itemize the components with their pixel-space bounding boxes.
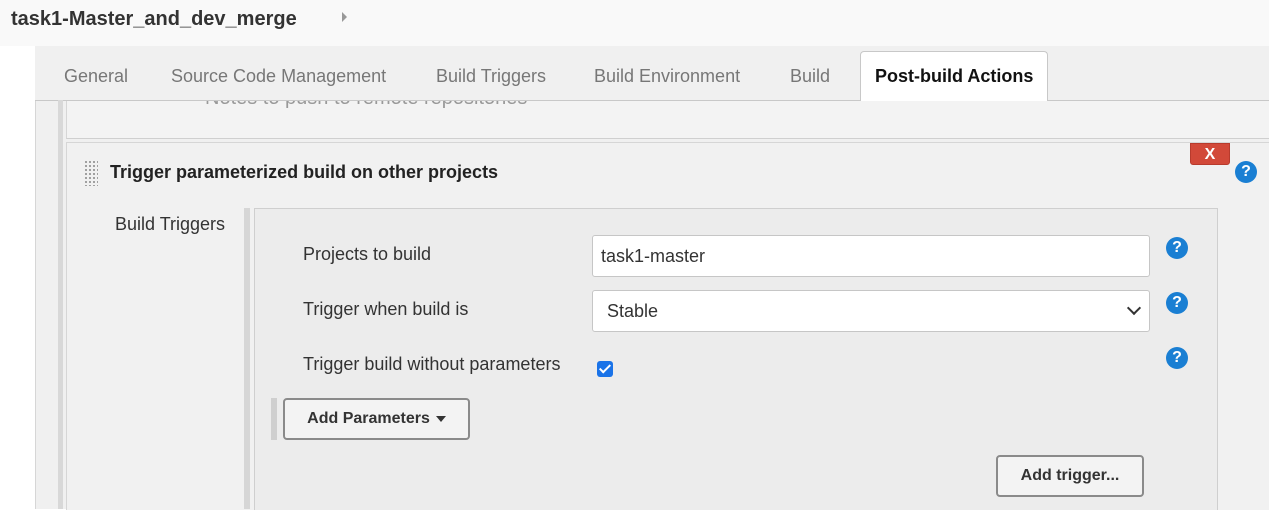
drag-handle-icon[interactable] bbox=[84, 160, 98, 186]
help-icon[interactable]: ? bbox=[1235, 161, 1257, 183]
delete-section-button[interactable]: X bbox=[1190, 143, 1230, 165]
add-parameters-button[interactable]: Add Parameters bbox=[283, 398, 470, 440]
tab-post-build-actions[interactable]: Post-build Actions bbox=[860, 51, 1049, 102]
tab-build-triggers[interactable]: Build Triggers bbox=[436, 66, 546, 87]
tab-build-environment[interactable]: Build Environment bbox=[594, 66, 740, 87]
previous-section-text: Notes to push to remote repositories bbox=[205, 101, 527, 110]
help-icon[interactable]: ? bbox=[1166, 292, 1188, 314]
tab-source-code-management[interactable]: Source Code Management bbox=[171, 66, 386, 87]
tab-build[interactable]: Build bbox=[790, 66, 830, 87]
without-parameters-checkbox[interactable] bbox=[597, 361, 613, 377]
breadcrumb-bar: task1-Master_and_dev_merge bbox=[0, 0, 1269, 46]
inner-drag-stripe bbox=[244, 208, 250, 509]
trigger-when-label: Trigger when build is bbox=[303, 299, 469, 319]
breadcrumb-job-name[interactable]: task1-Master_and_dev_merge bbox=[11, 8, 297, 31]
projects-to-build-input[interactable]: task1-master bbox=[592, 235, 1150, 277]
tab-bar: General Source Code Management Build Tri… bbox=[35, 46, 1269, 102]
chevron-down-icon bbox=[1126, 300, 1142, 316]
build-triggers-label: Build Triggers bbox=[115, 214, 226, 234]
add-parameters-label: Add Parameters bbox=[307, 410, 430, 427]
tab-general[interactable]: General bbox=[64, 66, 128, 87]
add-trigger-button[interactable]: Add trigger... bbox=[996, 455, 1144, 497]
params-drag-stripe bbox=[271, 398, 277, 440]
breadcrumb-arrow-icon[interactable] bbox=[342, 12, 347, 22]
caret-down-icon bbox=[435, 415, 446, 422]
trigger-when-select[interactable]: Stable bbox=[592, 290, 1150, 332]
without-parameters-label: Trigger build without parameters bbox=[303, 354, 561, 374]
projects-to-build-label: Projects to build bbox=[303, 244, 432, 264]
trigger-when-selected-value: Stable bbox=[607, 301, 659, 321]
previous-section: Notes to push to remote repositories bbox=[66, 101, 1269, 139]
section-title: Trigger parameterized build on other pro… bbox=[110, 162, 499, 182]
help-icon[interactable]: ? bbox=[1166, 347, 1188, 369]
help-icon[interactable]: ? bbox=[1166, 237, 1188, 259]
section-drag-stripe bbox=[58, 100, 63, 509]
